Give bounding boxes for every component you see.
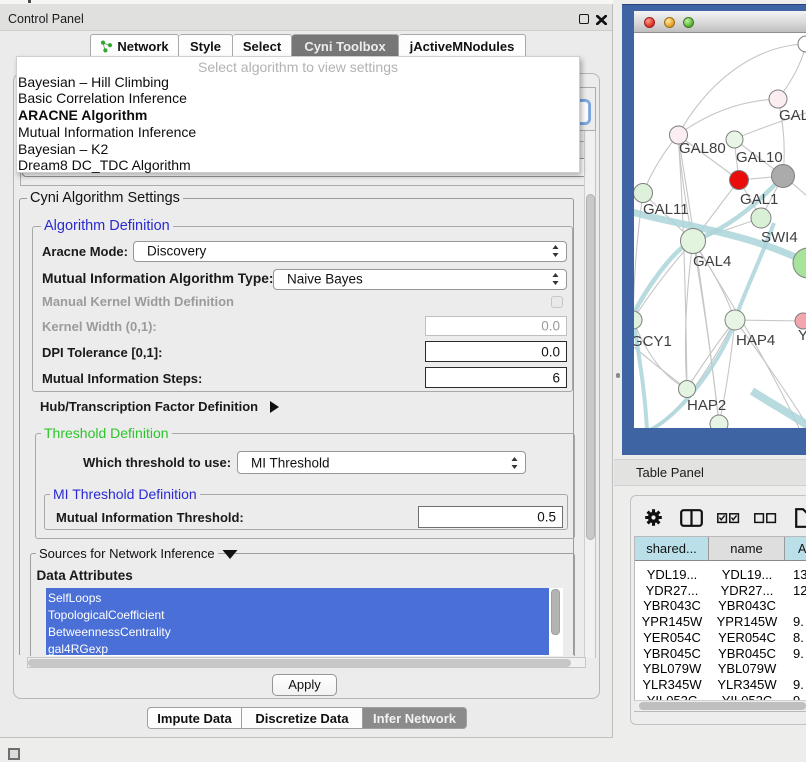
- svg-text:GAL4: GAL4: [693, 253, 731, 270]
- svg-text:GAL11: GAL11: [643, 201, 689, 218]
- svg-text:HAP2: HAP2: [687, 397, 726, 414]
- svg-text:GAL80: GAL80: [679, 140, 726, 157]
- svg-text:GAL1: GAL1: [740, 191, 778, 208]
- svg-text:GAL7: GAL7: [779, 107, 806, 124]
- svg-text:HAP4: HAP4: [736, 332, 775, 349]
- svg-text:Y: Y: [798, 327, 806, 344]
- svg-text:GCY1: GCY1: [634, 333, 672, 350]
- svg-text:GAL10: GAL10: [736, 149, 783, 166]
- svg-text:SWI4: SWI4: [761, 229, 798, 246]
